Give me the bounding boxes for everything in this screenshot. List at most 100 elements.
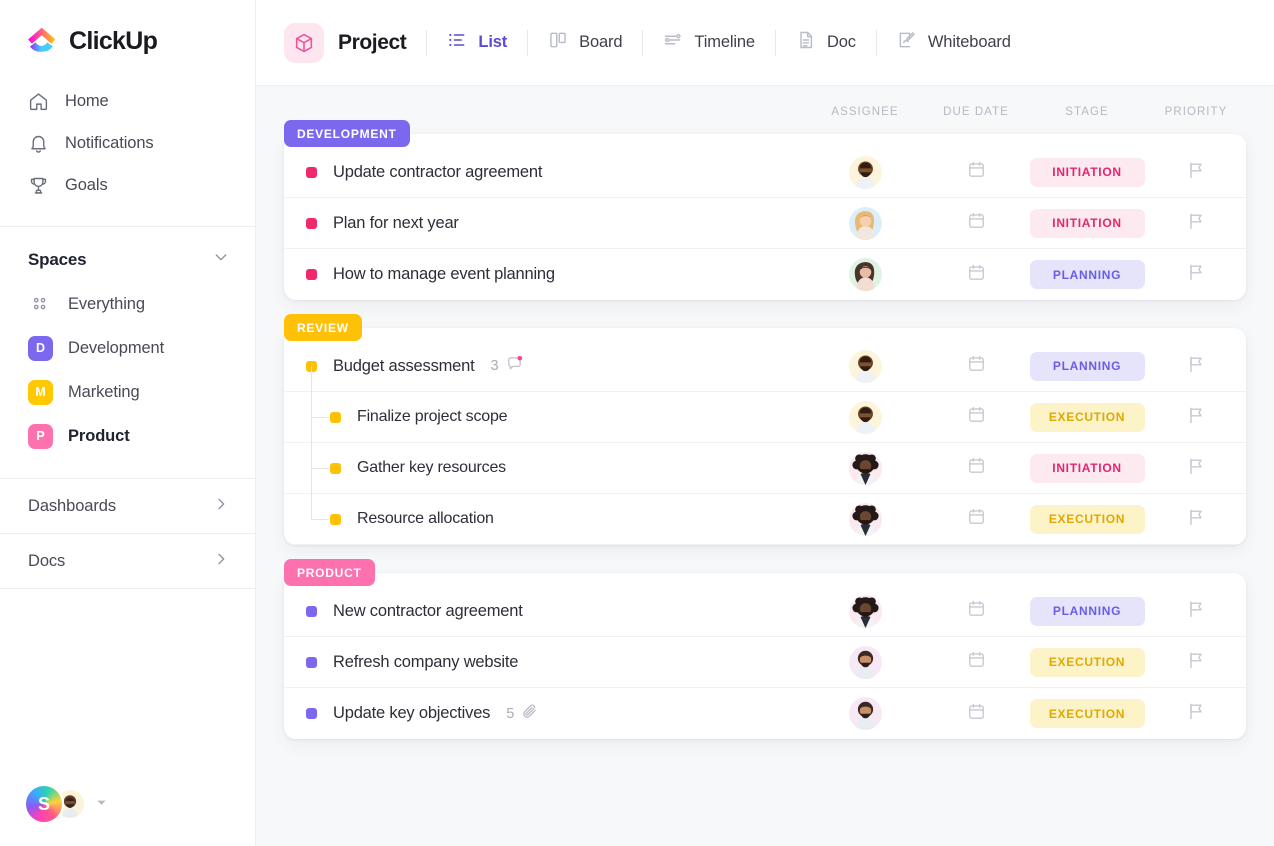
flag-icon[interactable]	[1186, 262, 1206, 287]
task-row[interactable]: Finalize project scope EXECUTION	[284, 392, 1246, 443]
task-assignee-cell[interactable]	[806, 400, 924, 434]
task-priority-cell[interactable]	[1146, 160, 1246, 185]
task-row[interactable]: How to manage event planning PLANNING	[284, 249, 1246, 300]
task-row-main[interactable]: Finalize project scope	[284, 408, 806, 426]
task-due-date-cell[interactable]	[924, 456, 1028, 480]
task-priority-cell[interactable]	[1146, 650, 1246, 675]
avatar-woman-dark[interactable]	[848, 258, 882, 291]
task-assignee-cell[interactable]	[806, 697, 924, 730]
calendar-icon[interactable]	[967, 354, 986, 378]
task-due-date-cell[interactable]	[924, 211, 1028, 235]
status-badge[interactable]: INITIATION	[1029, 453, 1145, 483]
flag-icon[interactable]	[1186, 354, 1206, 379]
status-badge[interactable]: PLANNING	[1029, 596, 1145, 626]
sidebar-item-development[interactable]: D Development	[0, 326, 255, 370]
group-tag[interactable]: REVIEW	[284, 314, 362, 341]
task-row[interactable]: New contractor agreement PLANNING	[284, 586, 1246, 637]
status-badge[interactable]: INITIATION	[1029, 208, 1145, 238]
task-row[interactable]: Update key objectives 5 EXECUTION	[284, 688, 1246, 739]
task-due-date-cell[interactable]	[924, 702, 1028, 726]
task-due-date-cell[interactable]	[924, 650, 1028, 674]
sidebar-item-goals[interactable]: Goals	[0, 164, 255, 206]
sidebar-item-everything[interactable]: Everything	[0, 282, 255, 326]
task-priority-cell[interactable]	[1146, 701, 1246, 726]
task-assignee-cell[interactable]	[806, 594, 924, 628]
task-status-bullet[interactable]	[330, 513, 341, 525]
spaces-header[interactable]: Spaces	[0, 227, 255, 282]
flag-icon[interactable]	[1186, 405, 1206, 430]
task-priority-cell[interactable]	[1146, 354, 1246, 379]
task-due-date-cell[interactable]	[924, 354, 1028, 378]
brand[interactable]: ClickUp	[0, 0, 255, 56]
task-assignee-cell[interactable]	[806, 502, 924, 536]
task-stage-cell[interactable]: PLANNING	[1028, 260, 1146, 289]
task-status-bullet[interactable]	[330, 462, 341, 474]
task-status-bullet[interactable]	[306, 656, 317, 668]
calendar-icon[interactable]	[967, 599, 986, 623]
task-row-main[interactable]: Resource allocation	[284, 510, 806, 528]
task-priority-cell[interactable]	[1146, 507, 1246, 532]
task-priority-cell[interactable]	[1146, 262, 1246, 287]
tab-timeline[interactable]: Timeline	[663, 30, 755, 55]
task-assignee-cell[interactable]	[806, 258, 924, 291]
calendar-icon[interactable]	[967, 456, 986, 480]
user-dock[interactable]: S	[24, 784, 107, 824]
tab-board[interactable]: Board	[548, 30, 623, 55]
task-row-main[interactable]: Refresh company website	[284, 653, 806, 672]
task-row-main[interactable]: How to manage event planning	[284, 265, 806, 284]
task-assignee-cell[interactable]	[806, 349, 924, 383]
task-comments[interactable]: 3	[491, 355, 523, 377]
task-row[interactable]: Resource allocation EXECUTION	[284, 494, 1246, 545]
task-assignee-cell[interactable]	[806, 206, 924, 240]
task-due-date-cell[interactable]	[924, 599, 1028, 623]
task-row[interactable]: Gather key resources INITIATION	[284, 443, 1246, 494]
status-badge[interactable]: INITIATION	[1029, 157, 1145, 187]
task-stage-cell[interactable]: EXECUTION	[1028, 402, 1146, 432]
avatar-man-shorthair[interactable]	[848, 697, 882, 730]
task-status-bullet[interactable]	[306, 605, 317, 617]
task-priority-cell[interactable]	[1146, 211, 1246, 236]
tab-whiteboard[interactable]: Whiteboard	[897, 30, 1011, 55]
avatar-man-beard[interactable]	[848, 349, 882, 383]
avatar-woman-blonde[interactable]	[848, 206, 882, 240]
calendar-icon[interactable]	[967, 507, 986, 531]
calendar-icon[interactable]	[967, 160, 986, 184]
sidebar-item-docs[interactable]: Docs	[0, 534, 255, 588]
task-status-bullet[interactable]	[306, 217, 317, 229]
status-badge[interactable]: EXECUTION	[1029, 699, 1145, 728]
task-row-main[interactable]: Plan for next year	[284, 214, 806, 233]
flag-icon[interactable]	[1186, 507, 1206, 532]
avatar-current-user[interactable]: S	[24, 784, 64, 824]
task-stage-cell[interactable]: INITIATION	[1028, 208, 1146, 238]
task-status-bullet[interactable]	[306, 269, 317, 280]
sidebar-item-notifications[interactable]: Notifications	[0, 122, 255, 164]
task-due-date-cell[interactable]	[924, 160, 1028, 184]
calendar-icon[interactable]	[967, 211, 986, 235]
task-status-bullet[interactable]	[306, 166, 317, 178]
flag-icon[interactable]	[1186, 160, 1206, 185]
flag-icon[interactable]	[1186, 599, 1206, 624]
calendar-icon[interactable]	[967, 263, 986, 287]
task-assignee-cell[interactable]	[806, 645, 924, 679]
task-row-main[interactable]: Update key objectives 5	[284, 703, 806, 725]
task-row[interactable]: Plan for next year INITIATION	[284, 198, 1246, 249]
task-stage-cell[interactable]: PLANNING	[1028, 351, 1146, 381]
task-row[interactable]: Budget assessment 3 PLANNING	[284, 341, 1246, 392]
task-stage-cell[interactable]: INITIATION	[1028, 157, 1146, 187]
task-row-main[interactable]: New contractor agreement	[284, 602, 806, 621]
chevron-down-icon[interactable]	[213, 249, 229, 270]
calendar-icon[interactable]	[967, 650, 986, 674]
task-priority-cell[interactable]	[1146, 456, 1246, 481]
task-stage-cell[interactable]: EXECUTION	[1028, 504, 1146, 534]
status-badge[interactable]: EXECUTION	[1029, 402, 1145, 432]
calendar-icon[interactable]	[967, 702, 986, 726]
sidebar-item-marketing[interactable]: M Marketing	[0, 370, 255, 414]
status-badge[interactable]: PLANNING	[1029, 351, 1145, 381]
avatar-man-afro[interactable]	[848, 502, 882, 536]
flag-icon[interactable]	[1186, 211, 1206, 236]
caret-down-icon[interactable]	[96, 795, 107, 813]
task-row-main[interactable]: Gather key resources	[284, 459, 806, 477]
task-priority-cell[interactable]	[1146, 405, 1246, 430]
task-stage-cell[interactable]: PLANNING	[1028, 596, 1146, 626]
task-row[interactable]: Update contractor agreement INITIATION	[284, 147, 1246, 198]
